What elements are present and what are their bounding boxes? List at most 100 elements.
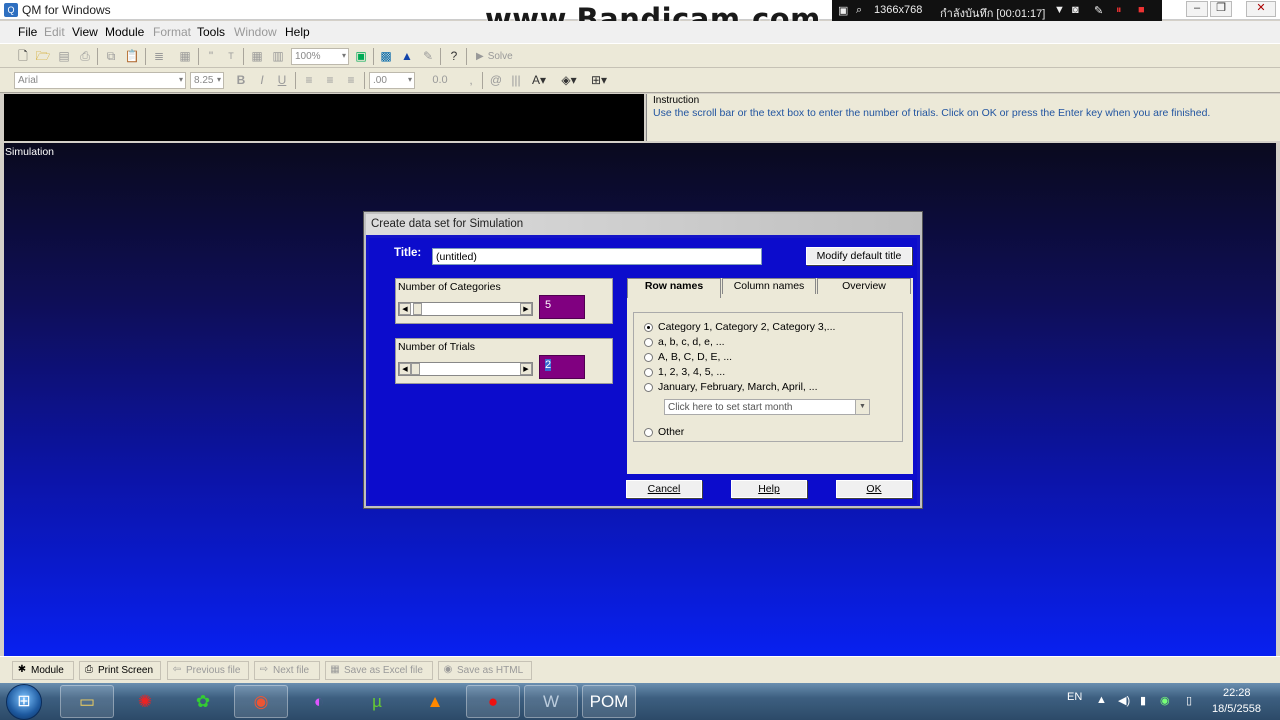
font-select[interactable]: Arial ▾ xyxy=(14,72,186,89)
radio-button[interactable] xyxy=(644,338,653,347)
triangle-icon[interactable]: ▲ xyxy=(398,48,416,65)
align-center-icon[interactable]: ≡ xyxy=(321,72,339,89)
chevron-down-icon[interactable]: ▼ xyxy=(855,400,869,414)
browser-taskbar-icon[interactable]: ◐ xyxy=(292,685,346,718)
next-file-button[interactable]: ⇨ Next file xyxy=(254,661,320,680)
word-taskbar-icon[interactable]: W xyxy=(524,685,578,718)
maximize-button[interactable]: ❐ xyxy=(1210,1,1232,17)
language-indicator[interactable]: EN xyxy=(1067,691,1082,703)
time-icon[interactable]: T xyxy=(222,48,240,65)
grid-icon[interactable]: ▦ xyxy=(248,48,266,65)
categories-scrollbar[interactable]: ◀ ▶ xyxy=(398,302,533,316)
dialog-titlebar[interactable]: Create data set for Simulation xyxy=(366,214,920,235)
menu-file[interactable]: File xyxy=(18,25,37,39)
menu-help[interactable]: Help xyxy=(285,25,310,39)
zoom-select[interactable]: 100% ▾ xyxy=(291,48,349,65)
scroll-right-icon[interactable]: ▶ xyxy=(520,303,532,315)
chrome-taskbar-icon[interactable]: ◉ xyxy=(234,685,288,718)
messenger-taskbar-icon[interactable]: ✿ xyxy=(176,685,230,718)
qm-taskbar-icon[interactable]: POM xyxy=(582,685,636,718)
table-icon[interactable]: ▥ xyxy=(269,48,287,65)
monitor-icon[interactable]: ▣ xyxy=(352,48,370,65)
close-button[interactable]: ✕ xyxy=(1246,1,1276,17)
chart-icon[interactable]: ▩ xyxy=(377,48,395,65)
menu-tools[interactable]: Tools xyxy=(197,25,225,39)
scroll-thumb[interactable] xyxy=(411,363,420,375)
modify-default-title-button[interactable]: Modify default title xyxy=(806,247,912,265)
camera-icon[interactable]: ◙ xyxy=(1072,4,1079,16)
number-format-button[interactable]: 0.0 xyxy=(420,72,460,89)
new-file-icon[interactable]: 🗋 xyxy=(14,48,32,65)
explorer-taskbar-icon[interactable]: ▭ xyxy=(60,685,114,718)
tab-column-names[interactable]: Column names xyxy=(722,278,816,294)
scroll-right-icon[interactable]: ▶ xyxy=(520,363,532,375)
app-tray-icon[interactable]: ◉ xyxy=(1160,694,1170,707)
columns-icon[interactable]: ||| xyxy=(507,72,525,89)
previous-file-button[interactable]: ⇦ Previous file xyxy=(167,661,249,680)
trials-scrollbar[interactable]: ◀ ▶ xyxy=(398,362,533,376)
delete-row-icon[interactable]: ▦ xyxy=(176,48,194,65)
module-button[interactable]: ✱ Module xyxy=(12,661,74,680)
clock-date[interactable]: 18/5/2558 xyxy=(1212,703,1261,715)
at-icon[interactable]: @ xyxy=(487,72,505,89)
print-screen-button[interactable]: ⎙ Print Screen xyxy=(79,661,161,680)
comma-icon[interactable]: , xyxy=(462,72,480,89)
insert-row-icon[interactable]: ≣ xyxy=(150,48,168,65)
solve-button[interactable]: ▶ Solve xyxy=(470,47,528,66)
radio-button[interactable] xyxy=(644,368,653,377)
bandicam-taskbar-icon[interactable]: ● xyxy=(466,685,520,718)
font-size-select[interactable]: 8.25 ▾ xyxy=(190,72,224,89)
bold-icon[interactable]: B xyxy=(232,72,250,89)
italic-icon[interactable]: I xyxy=(253,72,271,89)
radio-button[interactable] xyxy=(644,323,653,332)
minimize-button[interactable]: – xyxy=(1186,1,1208,17)
save-excel-button[interactable]: ▦ Save as Excel file xyxy=(325,661,433,680)
edit-icon[interactable]: ✎ xyxy=(419,48,437,65)
categories-input[interactable]: 5 xyxy=(539,295,585,319)
font-color-icon[interactable]: A▾ xyxy=(530,72,548,89)
trials-input[interactable]: 2 xyxy=(539,355,585,379)
start-month-select[interactable]: Click here to set start month ▼ xyxy=(664,399,870,415)
utorrent-taskbar-icon[interactable]: µ xyxy=(350,685,404,718)
pencil-icon[interactable]: ✎ xyxy=(1094,4,1103,17)
save-html-button[interactable]: ◉ Save as HTML xyxy=(438,661,532,680)
radio-button[interactable] xyxy=(644,428,653,437)
save-icon[interactable]: ▤ xyxy=(55,48,73,65)
open-folder-icon[interactable]: 🗁 xyxy=(34,48,52,65)
menu-view[interactable]: View xyxy=(72,25,98,39)
fill-color-icon[interactable]: ◈▾ xyxy=(560,72,578,89)
tab-overview[interactable]: Overview xyxy=(817,278,911,294)
menu-module[interactable]: Module xyxy=(105,25,144,39)
paste-icon[interactable]: 📋 xyxy=(123,48,141,65)
menu-window[interactable]: Window xyxy=(234,25,277,39)
game-taskbar-icon[interactable]: ✺ xyxy=(118,685,172,718)
help-icon[interactable]: ? xyxy=(445,48,463,65)
title-input[interactable] xyxy=(432,248,762,265)
scroll-thumb[interactable] xyxy=(413,303,422,315)
radio-button[interactable] xyxy=(644,353,653,362)
ok-button[interactable]: OK xyxy=(836,480,912,498)
underline-icon[interactable]: U xyxy=(273,72,291,89)
quote-icon[interactable]: " xyxy=(202,48,220,65)
start-button[interactable]: ⊞ xyxy=(6,684,42,720)
clock-time[interactable]: 22:28 xyxy=(1223,687,1251,699)
borders-icon[interactable]: ⊞▾ xyxy=(590,72,608,89)
print-icon[interactable]: ⎙ xyxy=(76,48,94,65)
vlc-taskbar-icon[interactable]: ▲ xyxy=(408,685,462,718)
copy-icon[interactable]: ⧉ xyxy=(102,48,120,65)
pause-icon[interactable]: ⏸ xyxy=(1116,4,1122,17)
help-button[interactable]: Help xyxy=(731,480,807,498)
battery-icon[interactable]: ▯ xyxy=(1186,694,1192,707)
tray-expand-icon[interactable]: ▲ xyxy=(1096,694,1107,706)
decimals-select[interactable]: .00 ▾ xyxy=(369,72,415,89)
dropdown-icon[interactable]: ▼ xyxy=(1054,4,1065,16)
cancel-button[interactable]: Cancel xyxy=(626,480,702,498)
stop-icon[interactable]: ■ xyxy=(1138,4,1145,16)
volume-icon[interactable]: ◀) xyxy=(1118,694,1130,707)
align-right-icon[interactable]: ≡ xyxy=(342,72,360,89)
menu-edit[interactable]: Edit xyxy=(44,25,65,39)
menu-format[interactable]: Format xyxy=(153,25,191,39)
radio-button[interactable] xyxy=(644,383,653,392)
align-left-icon[interactable]: ≡ xyxy=(300,72,318,89)
scroll-left-icon[interactable]: ◀ xyxy=(399,363,411,375)
